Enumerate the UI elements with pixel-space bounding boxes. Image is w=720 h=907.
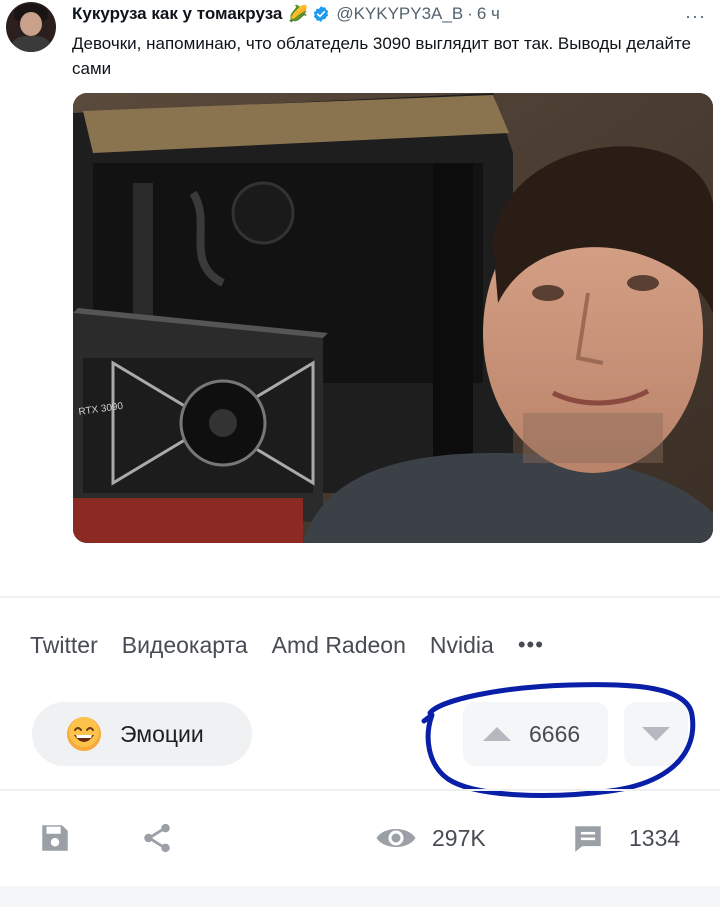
- save-icon[interactable]: [38, 821, 72, 855]
- arrow-down-icon: [642, 727, 670, 741]
- corn-emoji: 🌽: [288, 6, 309, 23]
- tags-more-icon[interactable]: •••: [518, 632, 544, 658]
- tags-row: Twitter Видеокарта Amd Radeon Nvidia •••: [30, 629, 544, 661]
- bottom-action-bar: 297K 1334: [0, 806, 720, 870]
- emotions-label: Эмоции: [120, 720, 204, 747]
- timestamp[interactable]: 6 ч: [477, 4, 500, 24]
- more-options-icon[interactable]: ···: [685, 6, 706, 27]
- rating-count: 6666: [529, 720, 581, 747]
- divider: [0, 789, 720, 791]
- tweet-embed: Кукуруза как у томакруза 🌽 @KYKYPY3A_B ·…: [0, 0, 720, 560]
- eye-icon: [376, 829, 416, 847]
- comments-count: 1334: [629, 825, 681, 851]
- tag-nvidia[interactable]: Nvidia: [430, 632, 494, 659]
- views-count: 297K: [432, 825, 486, 851]
- display-name[interactable]: Кукуруза как у томакруза: [72, 4, 282, 24]
- avatar[interactable]: [6, 2, 56, 52]
- avatar-face: [20, 12, 42, 36]
- gpu-card: [73, 308, 328, 523]
- downvote-button[interactable]: [624, 702, 688, 766]
- verified-badge-icon: [314, 6, 329, 22]
- footer-strip: [0, 886, 720, 907]
- emotions-button[interactable]: Эмоции: [32, 702, 252, 766]
- laughing-emoji-icon: [67, 717, 101, 751]
- divider: [0, 596, 720, 598]
- tweet-header: Кукуруза как у томакруза 🌽 @KYKYPY3A_B ·…: [72, 2, 500, 26]
- handle[interactable]: @KYKYPY3A_B: [336, 4, 463, 24]
- comment-icon[interactable]: [570, 822, 606, 856]
- tag-twitter[interactable]: Twitter: [30, 632, 98, 659]
- arrow-up-icon: [483, 727, 511, 741]
- share-icon[interactable]: [140, 821, 174, 855]
- separator-dot: ·: [467, 4, 473, 23]
- photo-illustration: RTX 3090: [73, 93, 713, 543]
- avatar-body: [12, 36, 50, 52]
- tag-videocard[interactable]: Видеокарта: [122, 632, 248, 659]
- tag-amd-radeon[interactable]: Amd Radeon: [272, 632, 406, 659]
- tweet-photo[interactable]: RTX 3090: [73, 93, 713, 543]
- upvote-button[interactable]: 6666: [463, 702, 608, 766]
- tweet-text: Девочки, напоминаю, что облатедель 3090 …: [72, 34, 691, 78]
